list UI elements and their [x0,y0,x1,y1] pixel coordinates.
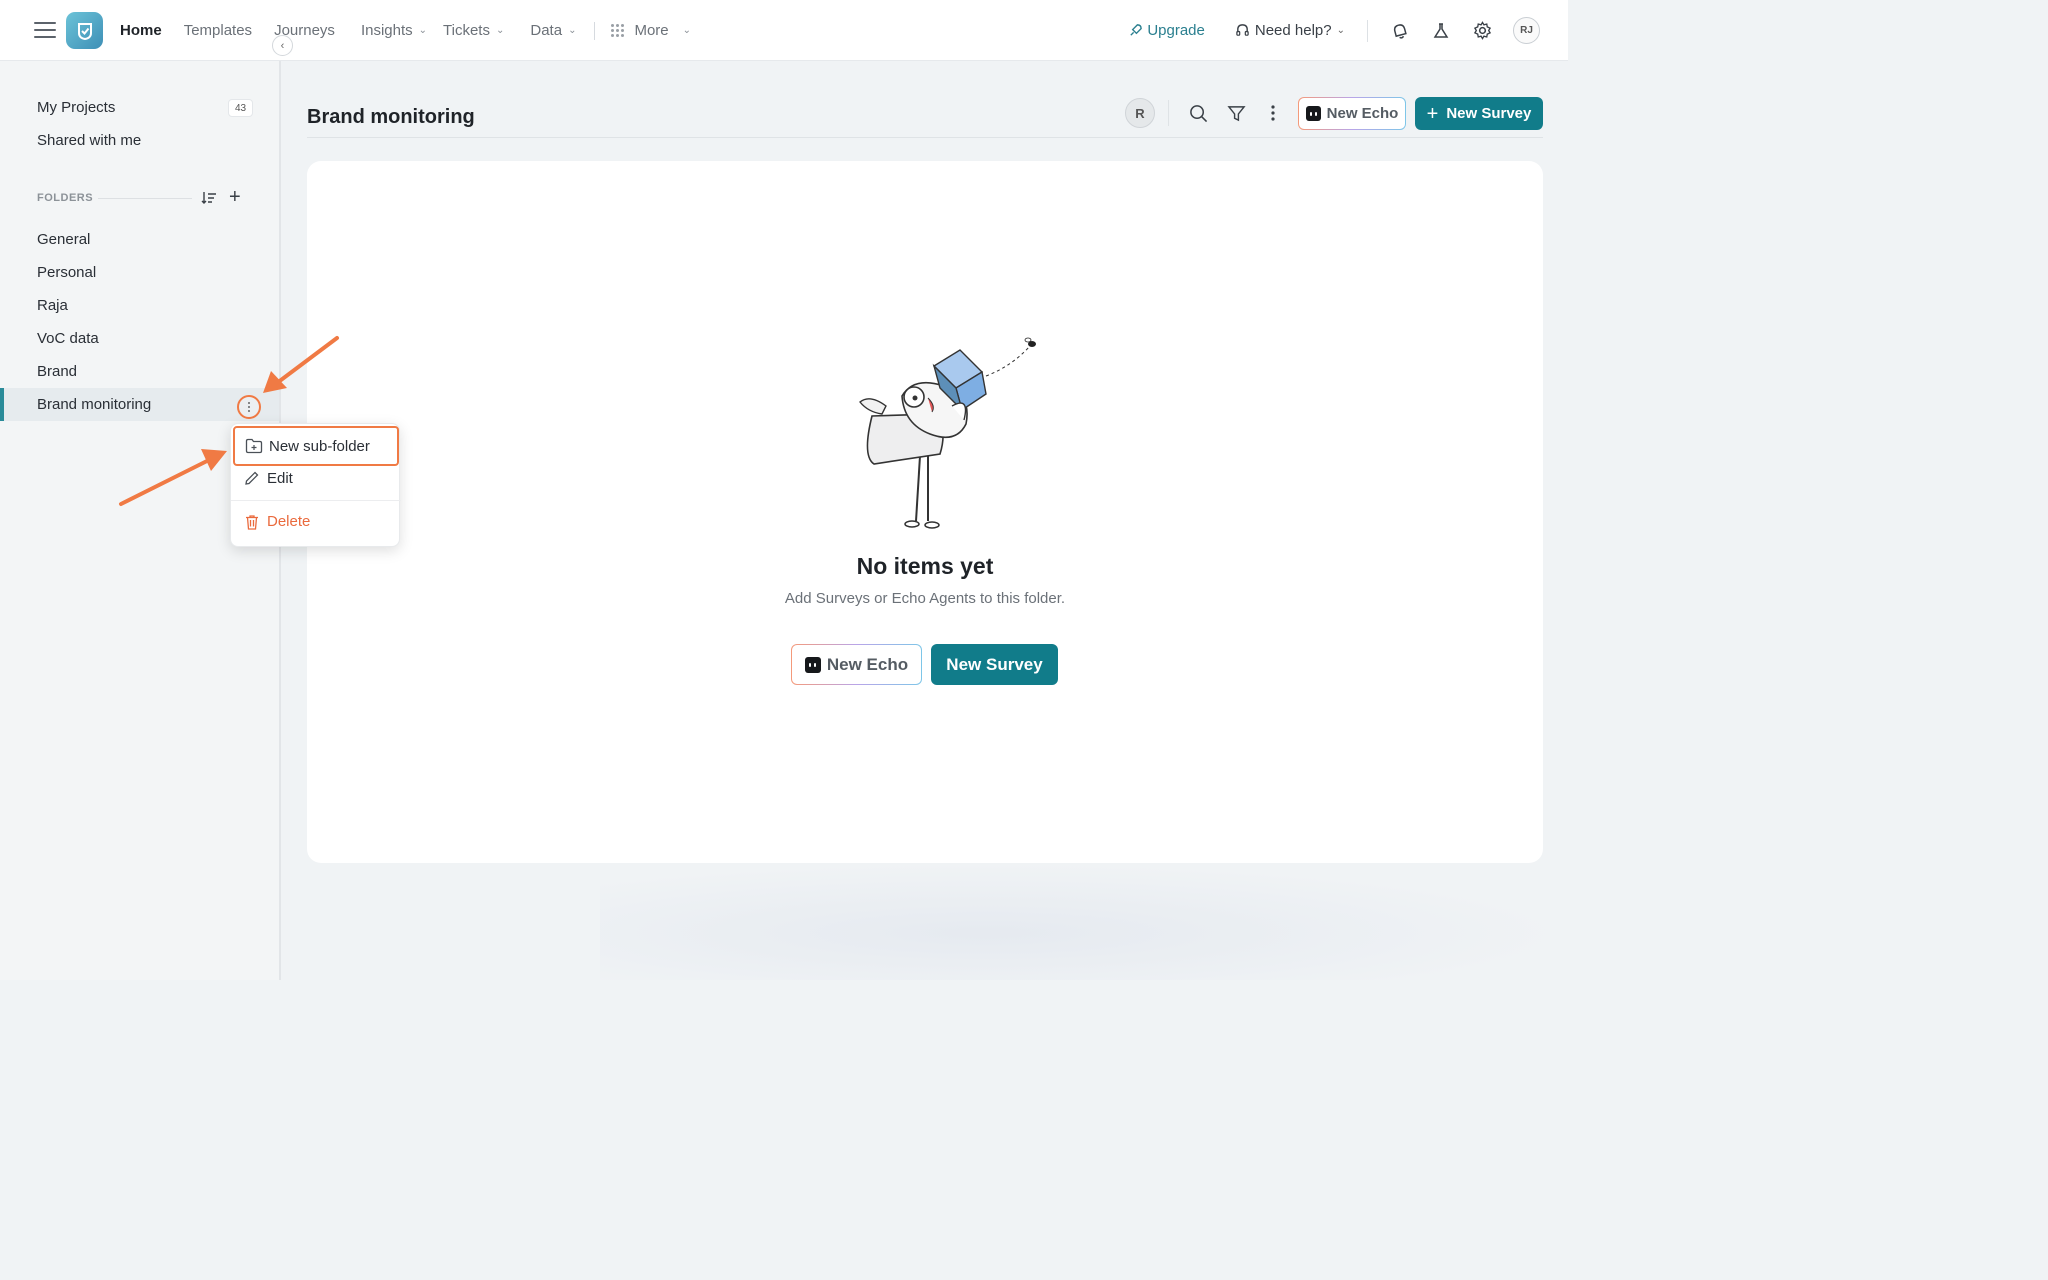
top-right-actions: Upgrade Need help? ⌄ RJ [1128,0,1540,61]
new-subfolder-menu-item[interactable]: New sub-folder [233,426,399,466]
my-projects-count-badge: 43 [228,99,253,117]
collapse-sidebar-chevron-left-icon[interactable]: ‹ [272,35,293,56]
need-help-label: Need help? [1254,22,1332,39]
menu-divider [231,500,401,501]
new-echo-label: New Echo [826,654,909,674]
folder-item-personal[interactable]: Personal [0,256,279,289]
empty-state-subtitle: Add Surveys or Echo Agents to this folde… [784,590,1066,607]
chevron-down-icon: ⌄ [682,25,692,36]
page-title: Brand monitoring [307,106,475,128]
headset-icon [1236,24,1249,36]
filter-funnel-icon[interactable] [1226,103,1246,123]
folder-label: VoC data [37,330,99,347]
app-logo[interactable] [66,12,103,49]
rocket-icon [1130,24,1143,36]
folder-item-voc-data[interactable]: VoC data [0,322,279,355]
empty-new-survey-button[interactable]: New Survey [931,644,1058,685]
upgrade-link[interactable]: Upgrade [1128,22,1205,39]
more-options-kebab-icon[interactable] [1263,103,1283,123]
empty-state-title: No items yet [856,553,994,579]
folder-context-menu: New sub-folder Edit Delete [230,423,401,547]
folder-plus-icon [245,438,263,454]
edit-label: Edit [267,470,293,487]
add-folder-plus-icon[interactable]: + [229,187,241,207]
chevron-down-icon: ⌄ [568,25,577,36]
shared-with-me-link[interactable]: Shared with me [37,132,141,149]
plus-icon: + [1426,102,1439,125]
flask-lab-icon[interactable] [1431,21,1451,41]
delete-label: Delete [267,513,311,530]
folder-label: Raja [37,297,68,314]
main-nav: Home Templates Journeys Insights ⌄ Ticket… [120,0,713,61]
nav-more-label: More [634,22,669,39]
nav-tickets[interactable]: Tickets ⌄ [443,22,504,39]
delete-menu-item[interactable]: Delete [243,513,310,530]
empty-new-echo-button[interactable]: New Echo [791,644,922,685]
topbar-divider [1367,19,1368,42]
nav-data[interactable]: Data ⌄ [530,22,576,39]
new-echo-button[interactable]: New Echo [1298,97,1406,130]
folder-item-raja[interactable]: Raja [0,289,279,322]
nav-more[interactable]: More ⌄ [611,22,691,39]
chevron-down-icon: ⌄ [418,25,428,36]
chevron-down-icon: ⌄ [1336,25,1345,36]
folder-item-brand-monitoring[interactable]: Brand monitoring [0,388,279,421]
apps-grid-icon [611,24,625,37]
folder-label: Brand [37,363,78,380]
new-survey-button[interactable]: + New Survey [1415,97,1543,130]
trash-icon [246,514,258,530]
new-survey-label: New Survey [946,654,1043,674]
nav-home-label: Home [120,22,162,39]
nav-home[interactable]: Home [120,22,162,39]
nav-tickets-label: Tickets [443,22,490,39]
nav-insights[interactable]: Insights ⌄ [361,22,427,39]
sort-icon[interactable] [201,190,217,206]
new-survey-label: New Survey [1446,105,1532,122]
hamburger-menu-icon[interactable] [34,22,56,39]
header-underline [307,137,1543,138]
user-initials: RJ [1520,25,1533,36]
settings-gear-icon[interactable] [1472,21,1492,41]
new-echo-label: New Echo [1326,105,1399,122]
folder-label: Personal [37,264,97,281]
need-help-dropdown[interactable]: Need help? ⌄ [1235,22,1345,39]
empty-state-card: No items yet Add Surveys or Echo Agents … [307,161,1543,863]
user-avatar[interactable]: RJ [1513,17,1540,44]
folder-options-kebab-icon[interactable] [237,395,261,419]
pencil-icon [245,471,259,485]
folders-divider [98,198,192,199]
owner-avatar[interactable]: R [1125,98,1155,128]
empty-state-illustration [859,337,1036,529]
search-icon[interactable] [1188,103,1208,123]
folder-item-general[interactable]: General [0,223,279,256]
nav-templates[interactable]: Templates [184,22,252,39]
top-navigation-bar: Home Templates Journeys Insights ⌄ Ticket… [0,0,1568,61]
new-subfolder-label: New sub-folder [269,437,370,455]
my-projects-link[interactable]: My Projects [37,99,115,116]
folder-label: Brand monitoring [37,396,152,413]
header-divider [1168,100,1169,126]
nav-data-label: Data [530,22,563,39]
edit-menu-item[interactable]: Edit [243,470,293,487]
upgrade-label: Upgrade [1147,22,1205,39]
chevron-down-icon: ⌄ [495,25,505,36]
background-decoration [600,863,1568,980]
nav-divider [594,21,596,40]
folders-heading: FOLDERS [37,192,94,204]
notifications-bell-icon[interactable] [1390,21,1410,41]
folder-item-brand[interactable]: Brand [0,355,279,388]
nav-templates-label: Templates [183,22,253,39]
nav-insights-label: Insights [360,22,413,39]
folder-label: General [37,231,91,248]
echo-bot-icon [1305,106,1321,121]
owner-initial: R [1135,105,1145,121]
echo-bot-icon [804,656,821,673]
